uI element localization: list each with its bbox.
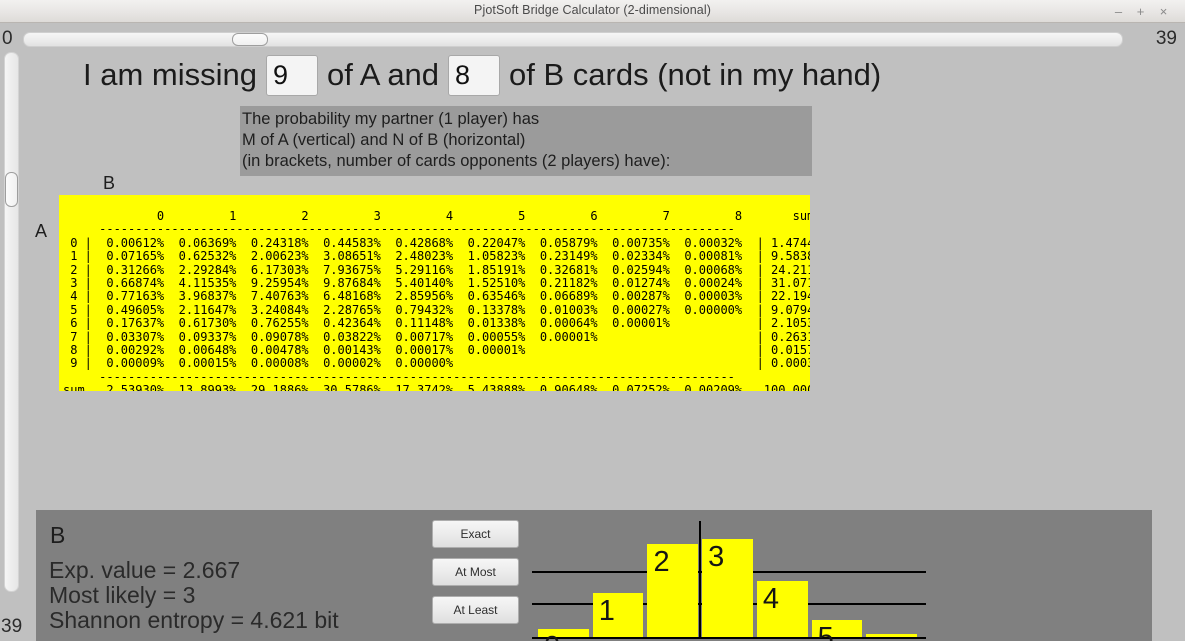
probability-table: 0 1 2 3 4 5 6 7 8 sum ------------------… xyxy=(63,209,810,391)
headline-text-3: of B cards (not in my hand) xyxy=(509,57,882,92)
expected-value-text: Exp. value = 2.667 xyxy=(49,557,241,583)
close-icon[interactable]: × xyxy=(1155,3,1172,20)
axis-label-a: A xyxy=(35,221,48,241)
shannon-entropy-text: Shannon entropy = 4.621 bit xyxy=(49,607,339,633)
exact-button[interactable]: Exact xyxy=(432,520,519,548)
histogram-bar-label: 0 xyxy=(544,632,560,641)
description-block: The probability my partner (1 player) ha… xyxy=(240,106,812,176)
horizontal-scrollbar-thumb[interactable] xyxy=(232,33,268,46)
description-line-3: (in brackets, number of cards opponents … xyxy=(242,152,671,170)
axis-label-b: B xyxy=(103,173,116,193)
headline-text-2: of A and xyxy=(326,57,440,92)
histogram-bar-label: 3 xyxy=(708,541,725,574)
statistics-lines: Exp. value = 2.667 Most likely = 3 Shann… xyxy=(49,558,339,633)
window-title: PjotSoft Bridge Calculator (2-dimensiona… xyxy=(474,3,711,17)
histogram-bar-label: 5 xyxy=(817,621,834,641)
statistics-title: B xyxy=(50,522,66,548)
vertical-scrollbar-max-label: 39 xyxy=(1,616,23,637)
maximize-icon[interactable]: + xyxy=(1132,3,1149,20)
horizontal-scrollbar-track[interactable] xyxy=(23,32,1123,47)
histogram-chart: 0 1 2 3 4 5 xyxy=(532,510,1152,641)
headline: I am missing of A and of B cards (not in… xyxy=(78,52,886,98)
histogram-bar-label: 4 xyxy=(762,583,780,616)
histogram-bar-label: 1 xyxy=(598,594,615,627)
minimize-icon[interactable]: – xyxy=(1110,3,1127,20)
vertical-scrollbar-track[interactable] xyxy=(4,52,19,592)
at-most-button[interactable]: At Most xyxy=(432,558,519,586)
horizontal-scrollbar-max-label: 39 xyxy=(1155,28,1177,49)
window-titlebar: PjotSoft Bridge Calculator (2-dimensiona… xyxy=(0,0,1185,23)
statistics-panel: B Exp. value = 2.667 Most likely = 3 Sha… xyxy=(36,510,1152,641)
most-likely-text: Most likely = 3 xyxy=(49,582,196,608)
description-line-1: The probability my partner (1 player) ha… xyxy=(242,110,540,128)
headline-text-1: I am missing xyxy=(83,57,257,92)
at-least-button[interactable]: At Least xyxy=(432,596,519,624)
missing-b-input[interactable] xyxy=(448,54,501,96)
missing-a-input[interactable] xyxy=(265,54,318,96)
probability-table-panel: 0 1 2 3 4 5 6 7 8 sum ------------------… xyxy=(59,195,810,391)
vertical-scrollbar-thumb[interactable] xyxy=(5,172,18,207)
description-line-2: M of A (vertical) and N of B (horizontal… xyxy=(242,131,526,149)
histogram-bar[interactable] xyxy=(866,634,918,637)
horizontal-scrollbar-min-label: 0 xyxy=(2,28,13,49)
histogram-marker-line xyxy=(699,521,702,639)
histogram-baseline xyxy=(532,637,926,639)
histogram-bar-label: 2 xyxy=(653,545,670,578)
